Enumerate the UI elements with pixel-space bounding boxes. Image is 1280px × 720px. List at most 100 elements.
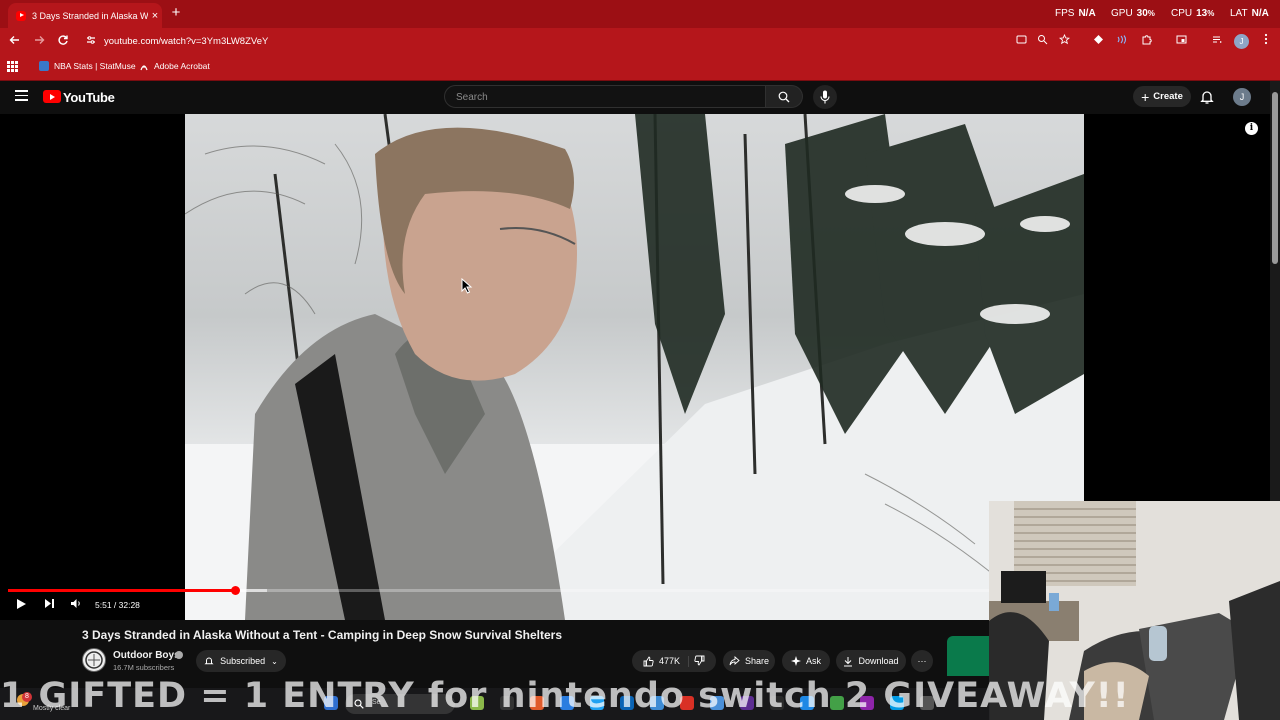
account-avatar[interactable]: J [1233, 88, 1251, 106]
back-arrow-icon [9, 36, 19, 44]
mouse-cursor-icon [461, 277, 473, 294]
more-icon: ··· [917, 656, 927, 666]
site-info-icon[interactable] [86, 35, 96, 48]
next-button[interactable] [42, 598, 56, 612]
like-count: 477K [658, 656, 681, 666]
back-button[interactable] [6, 33, 24, 51]
subscribed-button[interactable]: Subscribed ⌄ [196, 650, 286, 672]
play-icon [16, 599, 26, 609]
youtube-logo-icon[interactable] [43, 90, 61, 103]
time-display: 5:51 / 32:28 [95, 600, 140, 610]
giveaway-overlay-text: 1 GIFTED = 1 ENTRY for nintendo switch 2… [0, 676, 1130, 716]
video-frame[interactable] [185, 114, 1084, 620]
subscriber-count: 16.7M subscribers [113, 663, 175, 672]
notifications-bell-icon[interactable] [1199, 89, 1215, 105]
ask-button[interactable]: Ask [782, 650, 830, 672]
new-tab-button[interactable]: + [168, 4, 184, 22]
browser-menu-icon[interactable] [1257, 33, 1275, 51]
like-dislike-group: 477K [632, 650, 716, 672]
chevron-down-icon: ⌄ [271, 656, 278, 666]
playlist-icon[interactable] [1208, 33, 1226, 51]
split-view-icon[interactable] [1172, 33, 1190, 51]
page-scrollbar-thumb[interactable] [1272, 92, 1278, 264]
info-icon[interactable]: i [1245, 122, 1258, 135]
share-arrow-icon [729, 656, 740, 666]
reload-icon [58, 35, 68, 45]
bookmark-statmuse[interactable]: NBA Stats | StatMuse [39, 61, 136, 71]
verified-badge-icon [175, 651, 183, 659]
cpu-label: CPU [1171, 8, 1193, 19]
tab-title: 3 Days Stranded in Alaska With [32, 10, 148, 21]
play-button[interactable] [14, 598, 28, 612]
search-input[interactable] [454, 91, 748, 104]
ask-label: Ask [805, 656, 821, 666]
url-text: youtube.com/watch?v=3Ym3LW8ZVeY [104, 36, 269, 47]
extension-diamond-icon[interactable] [1089, 33, 1107, 51]
more-actions-button[interactable]: ··· [911, 650, 933, 672]
statmuse-icon [39, 61, 49, 71]
cpu-readout: CPU 13% [1171, 8, 1214, 19]
channel-avatar[interactable] [82, 648, 106, 672]
thumbs-up-icon [643, 655, 654, 666]
sparkle-icon [790, 656, 801, 666]
create-label: Create [1153, 91, 1183, 102]
acrobat-icon [140, 65, 148, 71]
plus-icon: + [1141, 88, 1150, 105]
thumbs-down-icon [694, 655, 705, 666]
subscribed-label: Subscribed [220, 656, 266, 666]
video-title: 3 Days Stranded in Alaska Without a Tent… [82, 628, 562, 642]
extensions-puzzle-icon[interactable] [1137, 33, 1155, 51]
gpu-readout: GPU 30% [1111, 8, 1155, 19]
like-button[interactable]: 477K [643, 655, 690, 667]
bookmark-label: Adobe Acrobat [154, 61, 210, 71]
gpu-value: 30 [1136, 8, 1148, 19]
bell-icon [204, 657, 214, 665]
lat-value: N/A [1251, 8, 1269, 19]
cast-icon[interactable] [1012, 33, 1030, 51]
zoom-icon[interactable] [1033, 33, 1051, 51]
lat-label: LAT [1230, 8, 1248, 19]
browser-profile-avatar[interactable]: J [1234, 34, 1249, 49]
video-scene-image [185, 114, 1084, 620]
extension-wave-icon[interactable] [1112, 33, 1130, 51]
microphone-icon [820, 90, 830, 104]
gpu-label: GPU [1111, 8, 1133, 19]
fps-readout: FPS N/A [1055, 8, 1096, 19]
cpu-value: 13 [1196, 8, 1208, 19]
search-button[interactable] [766, 85, 803, 108]
download-button[interactable]: Download [836, 650, 906, 672]
lat-readout: LAT N/A [1230, 8, 1269, 19]
bookmark-adobe-acrobat[interactable]: Adobe Acrobat [139, 61, 210, 71]
search-box[interactable] [444, 85, 766, 108]
scrubber-handle[interactable] [231, 586, 240, 595]
volume-button[interactable] [69, 598, 83, 612]
create-button[interactable]: + Create [1133, 86, 1191, 107]
voice-search-button[interactable] [813, 85, 837, 109]
download-icon [844, 656, 853, 666]
forward-button[interactable] [30, 33, 48, 51]
share-button[interactable]: Share [723, 650, 775, 672]
dislike-button[interactable] [694, 655, 705, 668]
bookmark-star-icon[interactable] [1055, 33, 1073, 51]
fps-label: FPS [1055, 8, 1075, 19]
cpu-percent: % [1207, 9, 1215, 18]
tab-close-icon[interactable]: × [148, 10, 162, 22]
progress-played [8, 589, 235, 592]
share-label: Share [744, 656, 770, 666]
volume-icon [71, 599, 80, 608]
reload-button[interactable] [54, 33, 72, 51]
apps-grid-icon[interactable] [7, 61, 18, 72]
address-bar[interactable]: youtube.com/watch?v=3Ym3LW8ZVeY [80, 31, 1010, 53]
channel-name[interactable]: Outdoor Boys [113, 650, 180, 661]
fps-value: N/A [1078, 8, 1096, 19]
youtube-favicon-icon [16, 10, 26, 21]
gpu-percent: % [1147, 9, 1155, 18]
guide-menu-icon[interactable] [15, 90, 28, 101]
skip-next-icon [44, 599, 54, 608]
search-icon [778, 91, 790, 103]
bookmark-label: NBA Stats | StatMuse [54, 61, 136, 71]
download-label: Download [858, 656, 899, 666]
forward-arrow-icon [35, 36, 45, 44]
browser-tab[interactable]: 3 Days Stranded in Alaska With × [8, 3, 162, 28]
youtube-wordmark[interactable]: YouTube [63, 90, 115, 105]
